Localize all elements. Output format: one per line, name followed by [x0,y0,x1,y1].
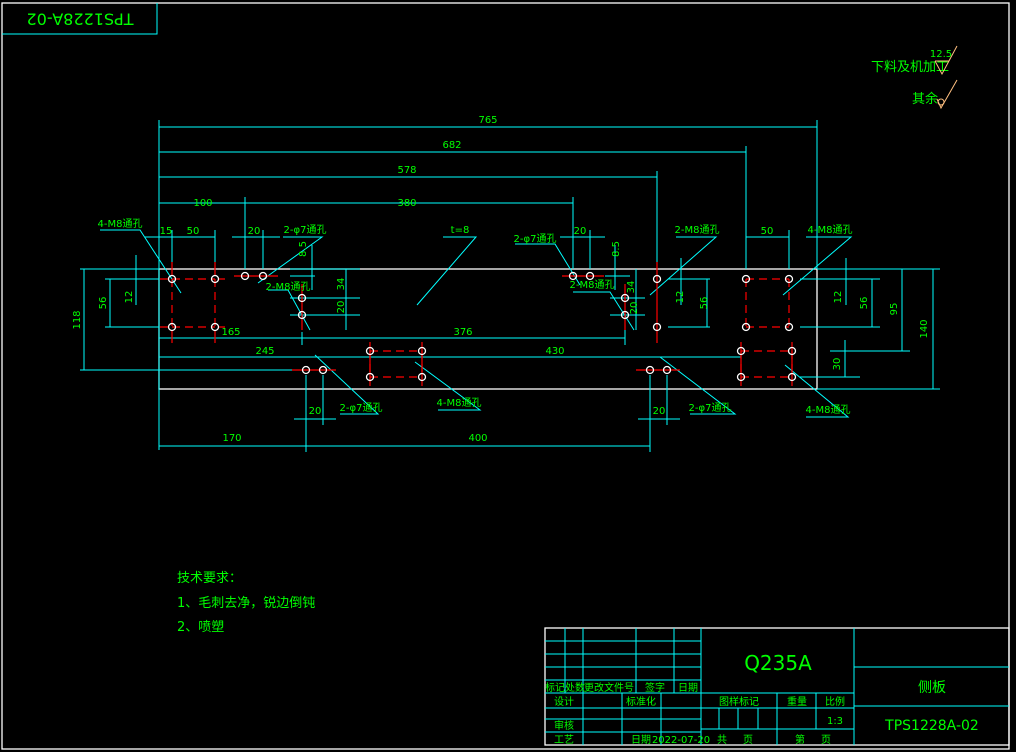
dim-50-right: 50 [761,226,774,237]
m8-holes-bottom-left [365,346,427,382]
dim-30: 30 [832,358,843,371]
dim-56-right: 56 [859,297,870,310]
dim-12-left: 12 [124,291,135,304]
dim-140: 140 [919,319,930,338]
dim-245: 245 [255,346,274,357]
label-sample-mark: 图样标记 [719,695,759,708]
dim-12-mid: 12 [675,291,686,304]
callout-2-phi7-bottom-left: 2-φ7通孔 [340,402,383,414]
dim-578: 578 [397,165,416,176]
callout-4-m8-bottom-right: 4-M8通孔 [806,404,851,416]
callout-2-phi7-bottom-right: 2-φ7通孔 [689,402,732,414]
label-total: 共 [717,734,727,746]
roughness-rest-icon [936,79,958,110]
dim-170: 170 [222,433,241,444]
label-page-2: 页 [821,734,831,746]
thickness-note: t=8 [451,225,470,236]
phi7-holes-bottom [301,365,672,375]
drawing-number: TPS1228A-02 [884,718,979,734]
callout-2-m8-right: 2-M8通孔 [570,279,615,291]
dim-8-5-right: 8.5 [611,241,622,257]
date-value: 2022-07-20 [652,735,710,746]
callout-2-m8-far: 2-M8通孔 [675,224,720,236]
label-weight: 重量 [787,695,807,708]
dim-15: 15 [160,226,173,237]
label-sheet: 第 [795,733,805,746]
label-standardization: 标准化 [626,695,656,708]
dim-56-mid: 56 [699,297,710,310]
dim-165: 165 [221,327,240,338]
dimension-lines [80,120,940,452]
label-date: 日期 [631,734,651,746]
dim-376: 376 [453,327,472,338]
dim-765: 765 [478,115,497,126]
label-process: 工艺 [554,734,574,746]
dim-118: 118 [72,310,83,329]
tech-requirement-item: 1、毛刺去净，锐边倒钝 [177,596,315,611]
dim-20v-left: 20 [336,301,347,314]
m8-holes-right [741,274,794,332]
dim-95: 95 [889,303,900,316]
dim-682: 682 [442,140,461,151]
dim-12-right: 12 [833,291,844,304]
callout-4-m8-left: 4-M8通孔 [98,218,143,230]
callout-4-m8-right: 4-M8通孔 [808,224,853,236]
dim-20-bottom-right: 20 [653,406,666,417]
title-block: 标记 处数 更改文件号 签字 日期 设计 标准化 审核 工艺 日期 2022-0… [544,627,1010,746]
label-scale: 比例 [825,695,845,708]
label-page: 页 [743,734,753,746]
tech-requirement-item: 2、喷塑 [177,620,224,635]
dim-8-5-left: 8.5 [298,241,309,257]
m8-holes-left [167,274,220,332]
plate-outline [158,268,818,390]
roughness-machined-label: 下料及机加工 [871,60,949,75]
dim-400: 400 [468,433,487,444]
mirrored-drawing-code: TPS1228A-02 [26,10,134,29]
header-count: 处数 [565,681,585,694]
roughness-value: 12.5 [930,49,952,60]
tech-requirements-title: 技术要求： [177,571,242,586]
centerlines [160,262,793,386]
header-signature: 签字 [645,681,665,694]
tech-requirements: 技术要求： 1、毛刺去净，锐边倒钝 2、喷塑 [177,571,315,635]
header-mark: 标记 [545,682,565,694]
label-review: 审核 [554,719,574,732]
callout-2-m8-left: 2-M8通孔 [266,281,311,293]
scale-value: 1:3 [827,716,843,727]
dim-56-left: 56 [98,297,109,310]
drawing-frame [1,2,1010,750]
dim-50-left: 50 [187,226,200,237]
header-date: 日期 [678,682,698,694]
cad-drawing: TPS1228A-02 下料及机加工 12.5 其余 765 682 578 1… [1,2,1010,750]
m8-holes-bottom-right [736,346,797,382]
dim-20-bottom-left: 20 [309,406,322,417]
part-name: 侧板 [918,680,946,696]
dim-20v-right: 20 [629,302,640,315]
label-design: 设计 [554,695,574,708]
mirrored-code-box: TPS1228A-02 [2,3,158,35]
material: Q235A [744,651,812,675]
roughness-rest-label: 其余 [912,91,938,107]
dim-100: 100 [193,198,212,209]
hole-callouts: 4-M8通孔 2-φ7通孔 2-M8通孔 2-φ7通孔 2-M8通孔 2-M8通… [98,218,853,416]
dim-430: 430 [545,346,564,357]
dim-34-left: 34 [336,278,347,291]
dim-20-left: 20 [248,226,261,237]
callout-2-phi7-top-left: 2-φ7通孔 [284,224,327,236]
dim-380: 380 [397,198,416,209]
callout-2-phi7-top-right: 2-φ7通孔 [514,233,557,245]
callout-4-m8-bottom-left: 4-M8通孔 [437,397,482,409]
roughness-symbols: 下料及机加工 12.5 其余 [871,45,958,110]
header-change-doc: 更改文件号 [584,681,634,694]
dim-20-right: 20 [574,226,587,237]
dim-34-right: 34 [626,281,637,294]
